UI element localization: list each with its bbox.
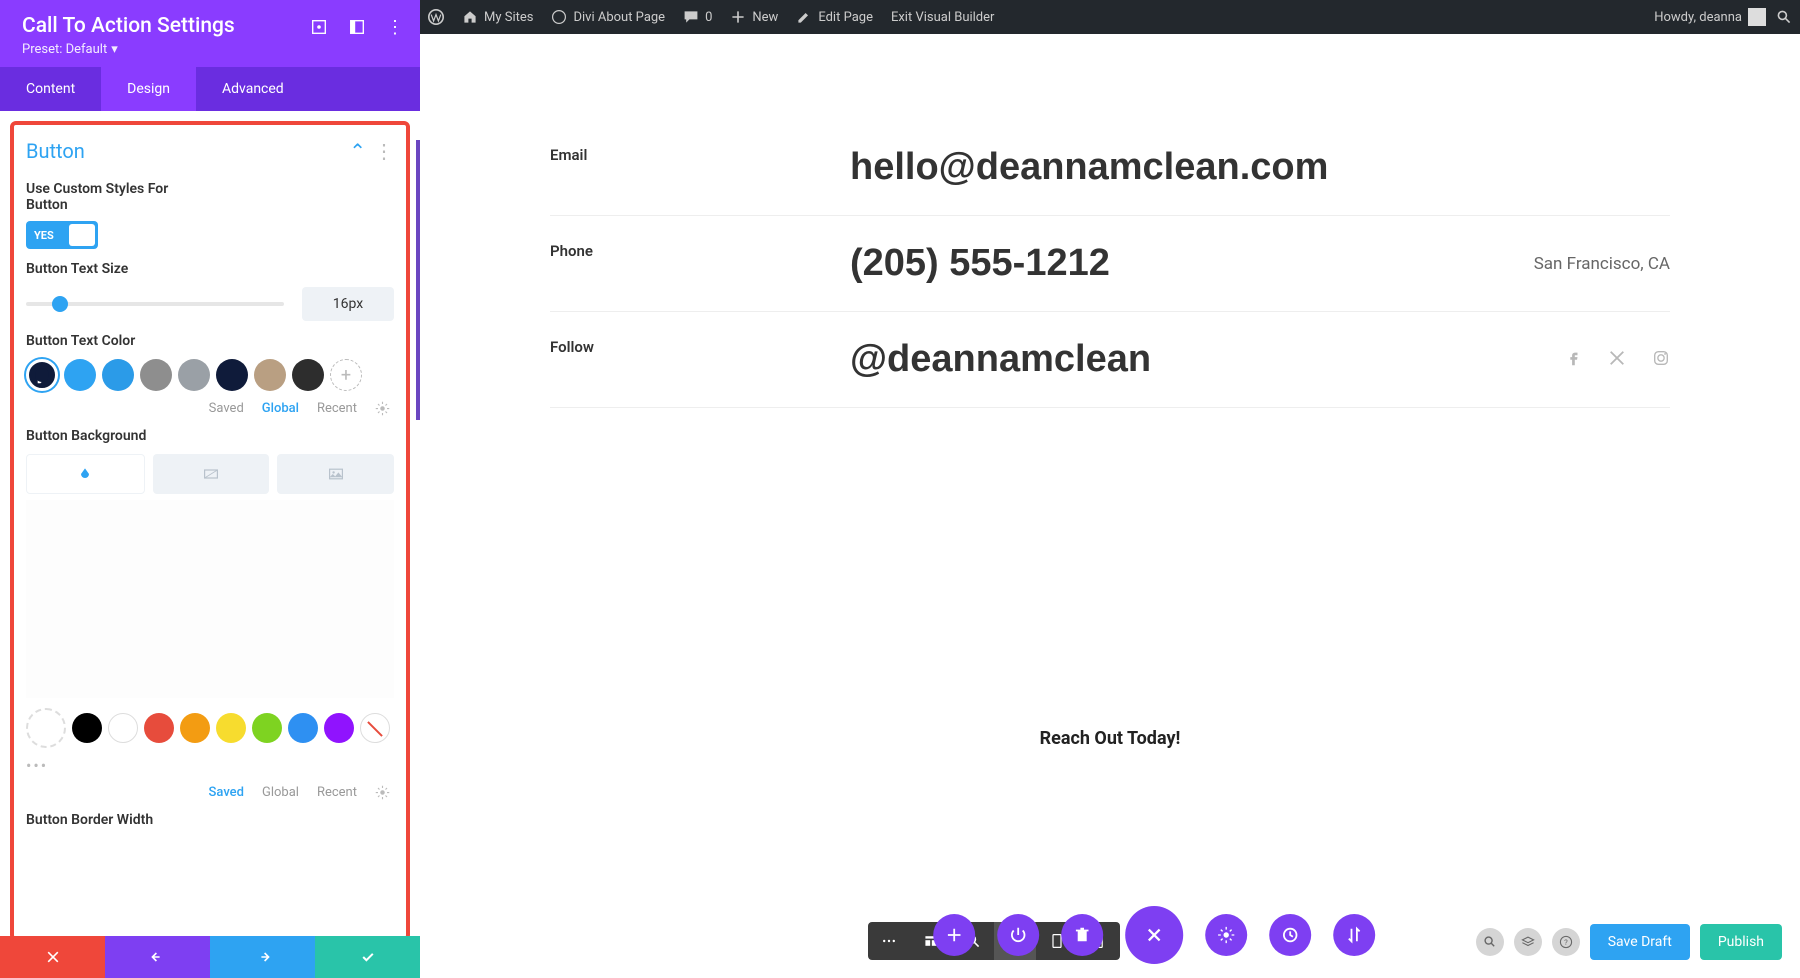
text-color-label: Button Text Color (26, 333, 394, 349)
color-swatch[interactable] (216, 359, 248, 391)
bg-palette-gear-icon[interactable] (375, 785, 390, 800)
add-button[interactable] (933, 914, 975, 956)
tab-content[interactable]: Content (0, 67, 101, 111)
screen-icon[interactable] (348, 18, 366, 36)
save-draft-button[interactable]: Save Draft (1590, 924, 1690, 960)
custom-styles-label: Use Custom Styles For Button (26, 181, 206, 213)
bg-swatch-none[interactable] (360, 713, 390, 743)
text-size-label: Button Text Size (26, 261, 394, 277)
bg-swatch[interactable] (144, 713, 174, 743)
palette-tab-saved[interactable]: Saved (209, 401, 244, 416)
bg-label: Button Background (26, 428, 394, 444)
expand-icon[interactable] (310, 18, 328, 36)
color-swatch[interactable] (178, 359, 210, 391)
settings-tabs: Content Design Advanced (0, 67, 420, 111)
settings-button[interactable] (1205, 914, 1247, 956)
publish-button[interactable]: Publish (1700, 924, 1782, 960)
text-size-input[interactable]: 16px (302, 287, 394, 321)
tab-advanced[interactable]: Advanced (196, 67, 310, 111)
bg-tab-image[interactable] (277, 454, 394, 494)
button-settings-section: Button ⌃ ⋮ Use Custom Styles For Button … (10, 121, 410, 936)
bg-palette-tab-recent[interactable]: Recent (317, 785, 357, 800)
site-name-link[interactable]: Divi About Page (551, 9, 665, 25)
cancel-button[interactable] (0, 936, 105, 978)
user-avatar (1748, 8, 1766, 26)
exit-visual-builder-link[interactable]: Exit Visual Builder (891, 10, 994, 25)
new-content-link[interactable]: New (730, 9, 778, 25)
color-swatch[interactable] (140, 359, 172, 391)
bg-current-swatch[interactable] (26, 708, 66, 748)
color-picker-swatch[interactable] (26, 359, 58, 391)
custom-styles-toggle[interactable]: YES (26, 221, 98, 249)
help-icon[interactable]: ? (1552, 928, 1580, 956)
bg-color-swatches (26, 708, 394, 748)
instagram-icon[interactable] (1652, 349, 1670, 371)
settings-header: Call To Action Settings Preset: Default … (0, 0, 420, 67)
preset-selector[interactable]: Preset: Default ▾ (22, 42, 398, 57)
sidebar-footer (0, 936, 420, 978)
close-builder-button[interactable] (1125, 906, 1183, 964)
more-view-icon[interactable] (868, 922, 910, 960)
bg-palette-tab-saved[interactable]: Saved (209, 785, 244, 800)
bg-swatch[interactable] (252, 713, 282, 743)
palette-gear-icon[interactable] (375, 401, 390, 416)
comments-link[interactable]: 0 (683, 9, 712, 25)
bg-palette-tab-global[interactable]: Global (262, 785, 299, 800)
history-button[interactable] (1269, 914, 1311, 956)
more-icon[interactable]: ⋮ (386, 18, 404, 36)
border-width-label: Button Border Width (26, 812, 394, 828)
builder-toolbar (933, 906, 1375, 964)
x-twitter-icon[interactable] (1608, 349, 1626, 371)
palette-tab-global[interactable]: Global (262, 401, 299, 416)
my-sites-link[interactable]: My Sites (462, 9, 533, 25)
chevron-down-icon: ▾ (111, 42, 118, 57)
bg-color-canvas[interactable] (26, 500, 394, 698)
contact-row-follow: Follow @deannamclean (550, 312, 1670, 408)
section-title[interactable]: Button (26, 139, 85, 163)
color-swatch[interactable] (292, 359, 324, 391)
search-icon[interactable] (1776, 9, 1792, 25)
svg-text:?: ? (1564, 938, 1568, 947)
bg-swatch[interactable] (216, 713, 246, 743)
tab-design[interactable]: Design (101, 67, 196, 111)
palette-tab-recent[interactable]: Recent (317, 401, 357, 416)
delete-button[interactable] (1061, 914, 1103, 956)
add-color-swatch[interactable]: + (330, 359, 362, 391)
bg-swatch[interactable] (324, 713, 354, 743)
contact-row-email: Email hello@deannamclean.com (550, 120, 1670, 216)
bg-swatch[interactable] (72, 713, 102, 743)
search-small-icon[interactable] (1476, 928, 1504, 956)
bg-swatch[interactable] (288, 713, 318, 743)
contact-row-phone: Phone (205) 555-1212 San Francisco, CA (550, 216, 1670, 312)
text-size-slider[interactable] (26, 302, 284, 306)
more-dots-icon[interactable]: ••• (26, 756, 394, 775)
section-more-icon[interactable]: ⋮ (374, 139, 394, 163)
power-button[interactable] (997, 914, 1039, 956)
text-color-swatches: + (26, 359, 394, 391)
settings-sidebar: Call To Action Settings Preset: Default … (0, 0, 420, 978)
chevron-up-icon[interactable]: ⌃ (349, 139, 366, 163)
save-button[interactable] (315, 936, 420, 978)
color-swatch[interactable] (102, 359, 134, 391)
sort-button[interactable] (1333, 914, 1375, 956)
bg-tab-gradient[interactable] (153, 454, 270, 494)
color-swatch[interactable] (254, 359, 286, 391)
undo-button[interactable] (105, 936, 210, 978)
howdy-user[interactable]: Howdy, deanna (1654, 8, 1766, 26)
edit-page-link[interactable]: Edit Page (796, 9, 873, 25)
color-swatch[interactable] (64, 359, 96, 391)
redo-button[interactable] (210, 936, 315, 978)
facebook-icon[interactable] (1564, 349, 1582, 371)
bg-tab-color[interactable] (26, 454, 145, 494)
cta-heading: Reach Out Today! (550, 728, 1670, 749)
layers-icon[interactable] (1514, 928, 1542, 956)
wp-admin-bar: My Sites Divi About Page 0 New Edit Page… (420, 0, 1800, 34)
publish-toolbar: ? Save Draft Publish (1476, 924, 1782, 960)
wp-logo[interactable] (428, 9, 444, 25)
bg-swatch[interactable] (108, 713, 138, 743)
bg-swatch[interactable] (180, 713, 210, 743)
page-preview: Email hello@deannamclean.com Phone (205)… (420, 34, 1800, 978)
